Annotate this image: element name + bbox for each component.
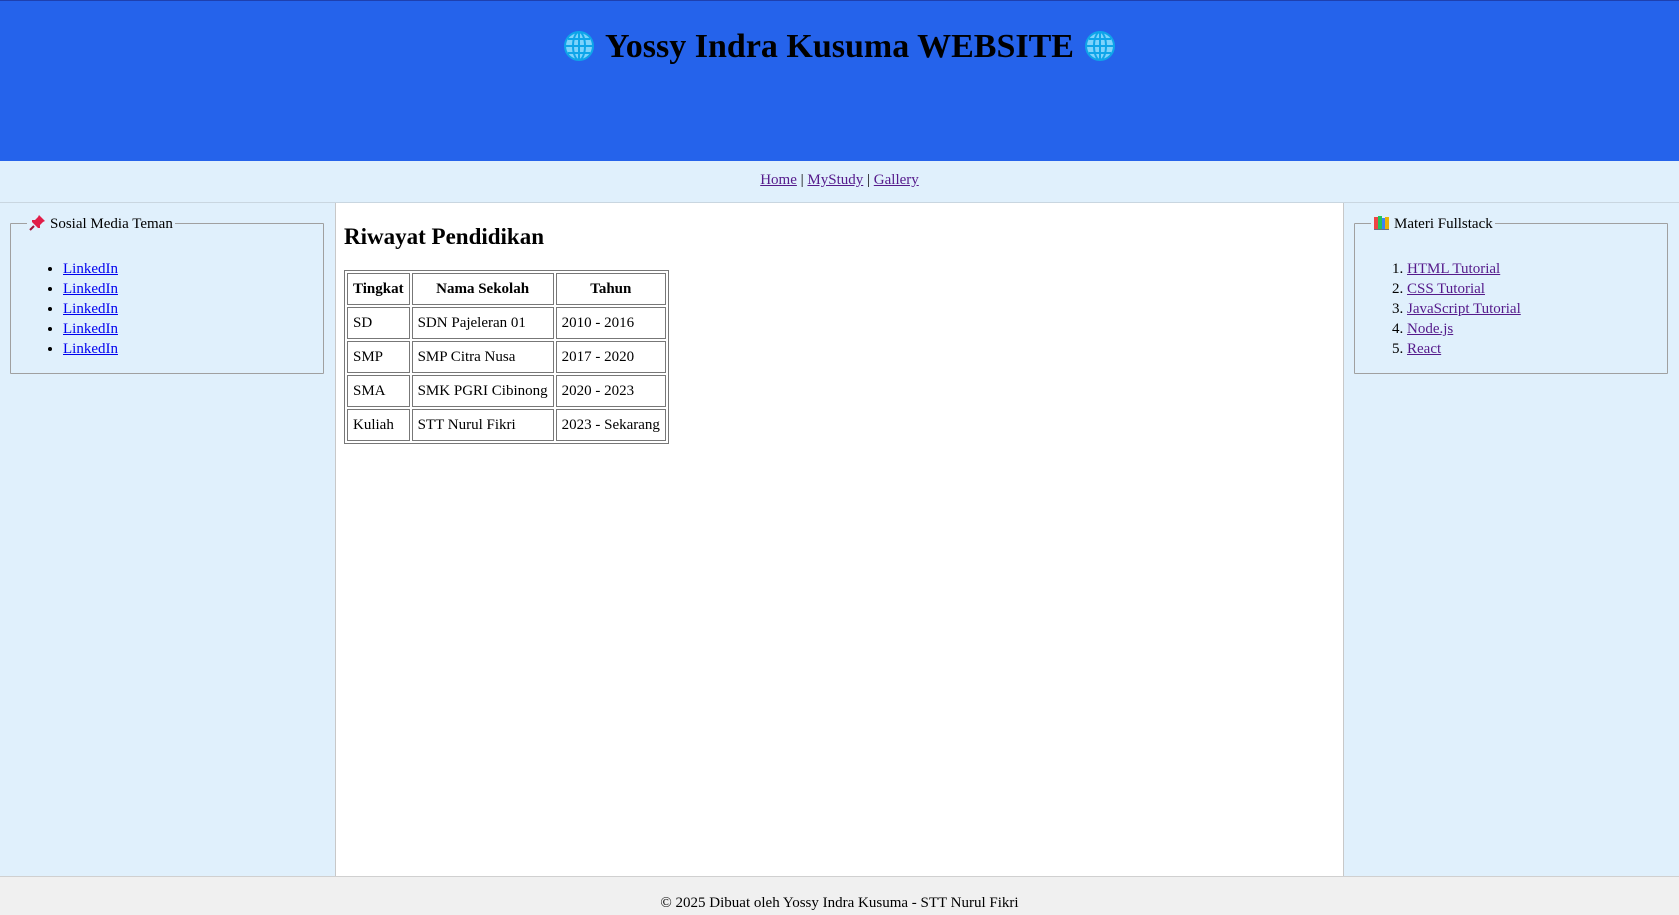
social-media-box: Sosial Media Teman LinkedIn LinkedIn Lin… xyxy=(10,214,324,374)
tutorial-link-list: HTML Tutorial CSS Tutorial JavaScript Tu… xyxy=(1365,259,1657,359)
pushpin-icon xyxy=(29,215,45,231)
section-heading: Riwayat Pendidikan xyxy=(344,224,545,249)
site-title-row: Yossy Indra Kusuma WEBSITE xyxy=(0,25,1679,69)
list-item: LinkedIn xyxy=(63,339,313,359)
table-cell: SDN Pajeleran 01 xyxy=(411,307,554,339)
column-header: Nama Sekolah xyxy=(411,273,554,305)
social-link-linkedin[interactable]: LinkedIn xyxy=(63,261,118,277)
footer-text: © 2025 Dibuat oleh Yossy Indra Kusuma - … xyxy=(660,895,1019,911)
table-row: SMP SMP Citra Nusa 2017 - 2020 xyxy=(347,341,666,373)
social-link-linkedin[interactable]: LinkedIn xyxy=(63,281,118,297)
social-link-list: LinkedIn LinkedIn LinkedIn LinkedIn Link… xyxy=(21,259,313,359)
left-sidebar: Sosial Media Teman LinkedIn LinkedIn Lin… xyxy=(0,203,336,876)
column-header: Tahun xyxy=(555,273,666,305)
books-icon xyxy=(1374,216,1389,230)
social-media-legend: Sosial Media Teman xyxy=(27,214,175,233)
main-content: Riwayat Pendidikan Tingkat Nama Sekolah … xyxy=(336,203,1343,876)
site-header: Yossy Indra Kusuma WEBSITE xyxy=(0,0,1679,161)
main-nav: Home | MyStudy | Gallery xyxy=(0,161,1679,203)
fullstack-materials-box: Materi Fullstack HTML Tutorial CSS Tutor… xyxy=(1354,214,1668,374)
list-item: HTML Tutorial xyxy=(1407,259,1657,279)
tutorial-link-react[interactable]: React xyxy=(1407,341,1441,357)
tutorial-link-nodejs[interactable]: Node.js xyxy=(1407,321,1453,337)
list-item: LinkedIn xyxy=(63,299,313,319)
table-cell: STT Nurul Fikri xyxy=(411,409,554,441)
column-header: Tingkat xyxy=(347,273,410,305)
table-row: SD SDN Pajeleran 01 2010 - 2016 xyxy=(347,307,666,339)
table-cell: 2017 - 2020 xyxy=(555,341,666,373)
globe-icon xyxy=(1084,31,1115,61)
education-table: Tingkat Nama Sekolah Tahun SD SDN Pajele… xyxy=(344,270,669,444)
nav-separator: | xyxy=(800,172,804,188)
globe-icon xyxy=(564,31,595,61)
table-cell: 2020 - 2023 xyxy=(555,375,666,407)
site-footer: © 2025 Dibuat oleh Yossy Indra Kusuma - … xyxy=(0,876,1679,915)
nav-link-gallery[interactable]: Gallery xyxy=(874,172,919,188)
list-item: JavaScript Tutorial xyxy=(1407,299,1657,319)
table-header-row: Tingkat Nama Sekolah Tahun xyxy=(347,273,666,305)
nav-link-home[interactable]: Home xyxy=(760,172,797,188)
table-cell: SMP xyxy=(347,341,410,373)
site-title: Yossy Indra Kusuma WEBSITE xyxy=(605,28,1074,65)
table-row: Kuliah STT Nurul Fikri 2023 - Sekarang xyxy=(347,409,666,441)
table-row: SMA SMK PGRI Cibinong 2020 - 2023 xyxy=(347,375,666,407)
social-media-title: Sosial Media Teman xyxy=(50,216,173,232)
list-item: CSS Tutorial xyxy=(1407,279,1657,299)
table-cell: 2010 - 2016 xyxy=(555,307,666,339)
social-link-linkedin[interactable]: LinkedIn xyxy=(63,321,118,337)
tutorial-link-javascript[interactable]: JavaScript Tutorial xyxy=(1407,301,1521,317)
table-cell: SD xyxy=(347,307,410,339)
table-cell: SMP Citra Nusa xyxy=(411,341,554,373)
list-item: React xyxy=(1407,339,1657,359)
social-link-linkedin[interactable]: LinkedIn xyxy=(63,301,118,317)
table-cell: Kuliah xyxy=(347,409,410,441)
list-item: LinkedIn xyxy=(63,279,313,299)
list-item: LinkedIn xyxy=(63,259,313,279)
social-link-linkedin[interactable]: LinkedIn xyxy=(63,341,118,357)
list-item: Node.js xyxy=(1407,319,1657,339)
table-cell: 2023 - Sekarang xyxy=(555,409,666,441)
right-sidebar: Materi Fullstack HTML Tutorial CSS Tutor… xyxy=(1343,203,1679,876)
fullstack-legend: Materi Fullstack xyxy=(1371,214,1495,233)
tutorial-link-html[interactable]: HTML Tutorial xyxy=(1407,261,1500,277)
nav-link-mystudy[interactable]: MyStudy xyxy=(807,172,863,188)
list-item: LinkedIn xyxy=(63,319,313,339)
table-cell: SMK PGRI Cibinong xyxy=(411,375,554,407)
table-cell: SMA xyxy=(347,375,410,407)
nav-separator: | xyxy=(867,172,871,188)
fullstack-title: Materi Fullstack xyxy=(1394,216,1493,232)
tutorial-link-css[interactable]: CSS Tutorial xyxy=(1407,281,1485,297)
